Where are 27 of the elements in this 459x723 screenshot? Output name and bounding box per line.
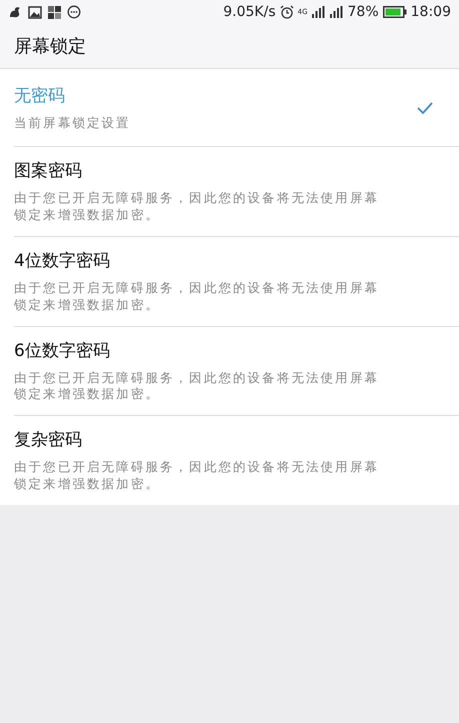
lock-option[interactable]: 图案密码 由于您已开启无障碍服务，因此您的设备将无法使用屏幕锁定来增强数据加密。 (14, 147, 459, 237)
option-description: 由于您已开启无障碍服务，因此您的设备将无法使用屏幕锁定来增强数据加密。 (14, 190, 379, 224)
option-description: 由于您已开启无障碍服务，因此您的设备将无法使用屏幕锁定来增强数据加密。 (14, 459, 379, 493)
option-description: 当前屏幕锁定设置 (14, 114, 132, 132)
page-title: 屏幕锁定 (14, 35, 86, 58)
lock-option[interactable]: 4位数字密码 由于您已开启无障碍服务，因此您的设备将无法使用屏幕锁定来增强数据加密。 (14, 236, 459, 326)
option-description: 由于您已开启无障碍服务，因此您的设备将无法使用屏幕锁定来增强数据加密。 (14, 370, 379, 404)
option-label: 6位数字密码 (14, 340, 110, 362)
chat-bubble-icon (67, 5, 81, 19)
option-label: 4位数字密码 (14, 250, 110, 272)
lock-option[interactable]: 无密码 当前屏幕锁定设置 (14, 69, 459, 147)
signal-icon (312, 6, 326, 18)
lock-option[interactable]: 复杂密码 由于您已开启无障碍服务，因此您的设备将无法使用屏幕锁定来增强数据加密。 (14, 416, 459, 505)
option-label: 无密码 (14, 84, 65, 107)
alarm-clock-icon (280, 5, 294, 19)
battery-percent: 78% (348, 4, 379, 20)
clock-time: 18:09 (410, 4, 451, 20)
option-description: 由于您已开启无障碍服务，因此您的设备将无法使用屏幕锁定来增强数据加密。 (14, 280, 379, 314)
checkmark-icon (417, 102, 433, 114)
network-speed: 9.05K/s (223, 4, 276, 20)
grid-icon (48, 6, 61, 18)
option-label: 图案密码 (14, 160, 82, 182)
signal-icon (330, 6, 344, 18)
option-label: 复杂密码 (14, 429, 82, 452)
battery-icon (382, 6, 407, 18)
lock-option[interactable]: 6位数字密码 由于您已开启无障碍服务，因此您的设备将无法使用屏幕锁定来增强数据加密。 (14, 326, 459, 416)
image-icon (28, 6, 42, 18)
